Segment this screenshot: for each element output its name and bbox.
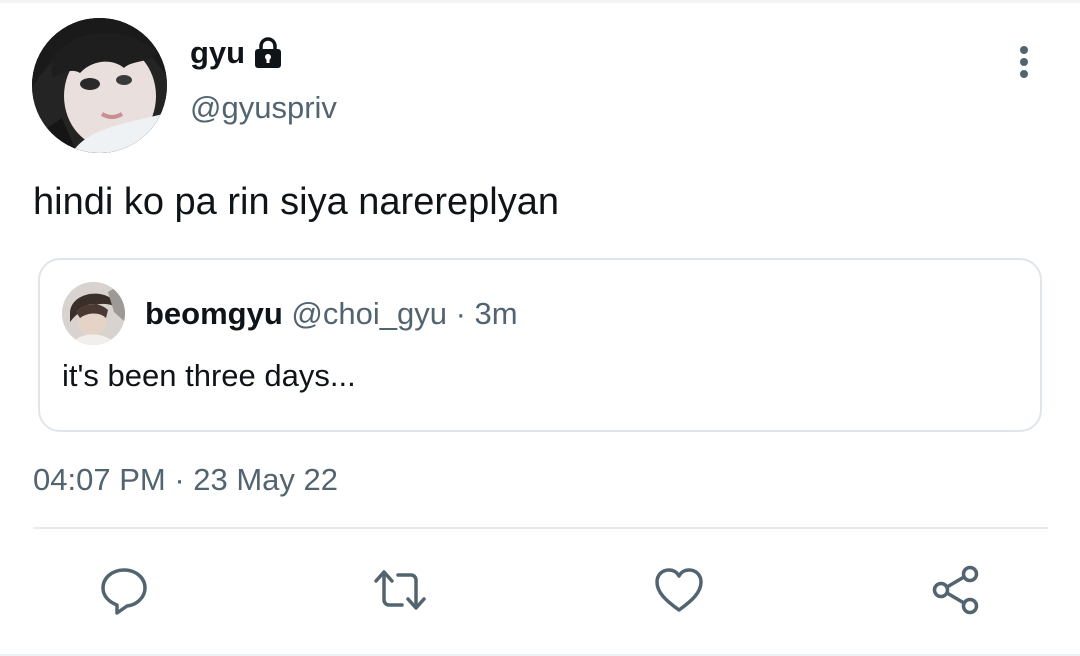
heart-icon — [653, 564, 705, 621]
tweet-date: 23 May 22 — [193, 462, 339, 497]
tweet-text: hindi ko pa rin siya narereplyan — [33, 181, 559, 223]
like-button[interactable] — [653, 566, 705, 618]
share-button[interactable] — [930, 564, 982, 621]
retweet-icon — [372, 564, 428, 621]
quoted-author-handle: @choi_gyu · 3m — [291, 296, 517, 331]
retweet-button[interactable] — [374, 566, 426, 618]
tweet-detail: gyu @gyuspriv hindi ko pa rin siya narer… — [0, 0, 1080, 656]
quoted-author-name: beomgyu — [145, 296, 283, 331]
quoted-separator: · — [446, 296, 475, 331]
quoted-author-avatar — [62, 282, 125, 345]
author-avatar[interactable] — [32, 18, 167, 153]
tweet-time: 04:07 PM — [33, 462, 166, 497]
author-name[interactable]: gyu — [190, 33, 285, 73]
top-border — [0, 0, 1080, 3]
tweet-timestamp: 04:07 PM · 23 May 22 — [33, 460, 338, 500]
author-display-name: gyu — [190, 35, 246, 70]
quoted-tweet-header: beomgyu @choi_gyu · 3m — [145, 294, 518, 334]
quoted-tweet-text: it's been three days... — [62, 358, 356, 393]
author-handle[interactable]: @gyuspriv — [190, 88, 337, 128]
lock-icon — [251, 36, 285, 70]
share-icon — [930, 564, 982, 621]
timestamp-separator: · — [165, 462, 194, 497]
quoted-handle-text: @choi_gyu — [291, 296, 447, 331]
quoted-tweet-card[interactable]: beomgyu @choi_gyu · 3m it's been three d… — [38, 258, 1042, 432]
reply-bubble-icon — [98, 564, 150, 621]
more-vertical-icon[interactable] — [1012, 44, 1036, 80]
reply-button[interactable] — [98, 566, 150, 618]
divider — [33, 527, 1048, 529]
quoted-time-ago: 3m — [474, 296, 518, 331]
